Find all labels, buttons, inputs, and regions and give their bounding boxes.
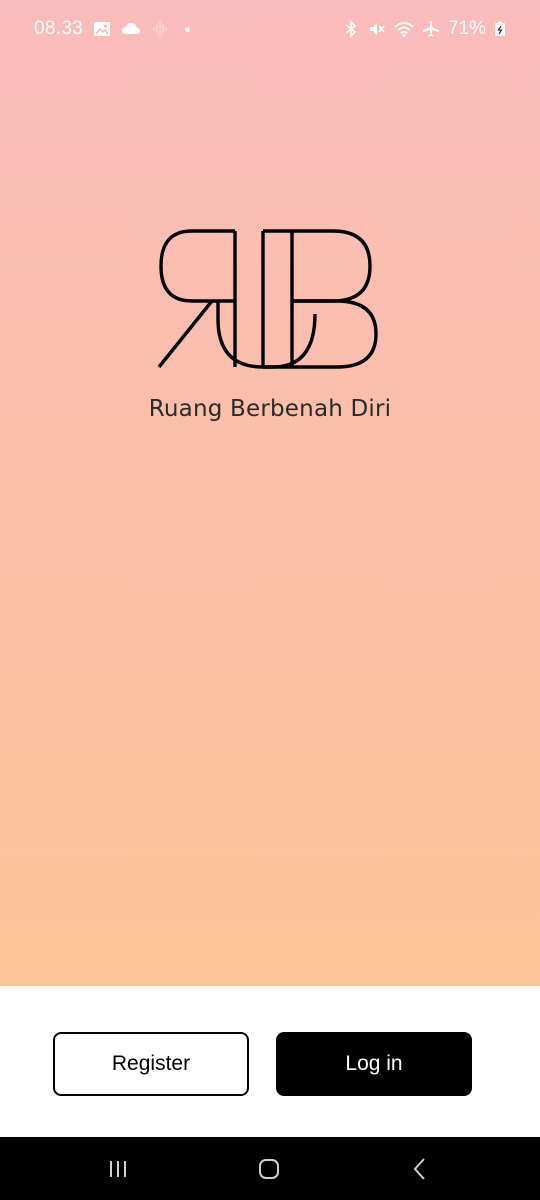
register-button[interactable]: Register	[53, 1032, 249, 1096]
recents-button[interactable]	[98, 1155, 138, 1183]
back-icon	[413, 1158, 425, 1180]
sound-wave-icon	[153, 22, 167, 36]
status-time: 08.33	[34, 18, 84, 39]
home-icon	[259, 1159, 279, 1179]
airplane-icon	[422, 21, 439, 37]
wifi-icon	[394, 22, 414, 37]
home-button[interactable]	[249, 1155, 289, 1183]
brand-name: Ruang Berbenah Diri	[148, 396, 392, 422]
brand-logo	[150, 224, 390, 374]
status-right: 71%	[342, 18, 506, 40]
notification-dot-icon	[185, 26, 191, 32]
rbd-monogram-icon	[157, 229, 378, 369]
battery-charging-icon	[495, 21, 505, 36]
cloud-icon	[122, 23, 141, 34]
bluetooth-icon	[345, 20, 357, 38]
navigation-bar	[0, 1137, 540, 1200]
image-icon	[94, 22, 111, 36]
back-button[interactable]	[400, 1155, 440, 1183]
battery-percent: 71%	[447, 18, 486, 39]
mute-icon	[369, 23, 385, 35]
hero-background	[0, 0, 540, 986]
status-left: 08.33	[34, 18, 191, 40]
status-bar: 08.33 71%	[0, 0, 540, 60]
recents-icon	[110, 1161, 126, 1177]
login-button[interactable]: Log in	[276, 1032, 472, 1096]
